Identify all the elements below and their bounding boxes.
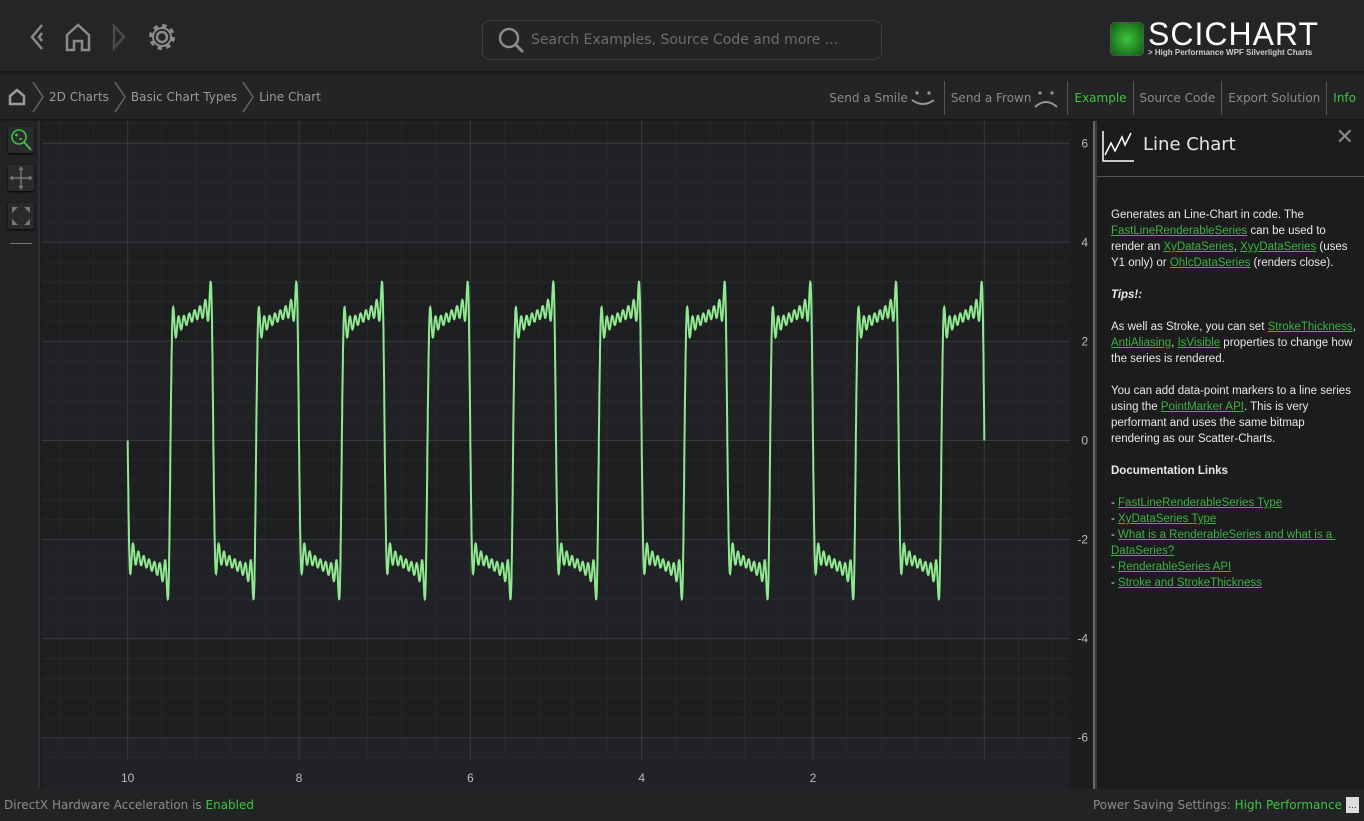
chevron-right-icon	[242, 81, 255, 113]
search-input[interactable]	[531, 32, 861, 48]
doc-link[interactable]: XyDataSeries Type	[1118, 513, 1216, 525]
search-box[interactable]	[482, 20, 882, 60]
hw-acceleration-value: Enabled	[205, 798, 255, 812]
power-saving-label: Power Saving Settings:	[1092, 798, 1235, 812]
frown-icon	[1034, 90, 1059, 108]
y-tick-label: -4	[1077, 632, 1088, 646]
info-panel: Line Chart ✕ Generates an Line-Chart in …	[1095, 121, 1364, 789]
tab-info[interactable]: Info	[1326, 80, 1364, 115]
forward-icon[interactable]	[104, 20, 138, 54]
info-text: -	[1111, 577, 1115, 589]
x-tick-label: 2	[810, 771, 817, 785]
x-tick-label: 8	[296, 771, 303, 785]
y-tick-label: -6	[1077, 731, 1088, 745]
info-text: Tips!:	[1111, 289, 1143, 301]
tab-example[interactable]: Example	[1067, 80, 1132, 115]
info-text: Documentation Links	[1111, 465, 1228, 477]
chevron-right-icon	[114, 81, 126, 113]
doc-link[interactable]: IsVisible	[1177, 337, 1220, 349]
breadcrumb-basic-chart-types[interactable]: Basic Chart Types	[131, 90, 237, 104]
status-bar: DirectX Hardware Acceleration is Enabled…	[0, 789, 1364, 821]
send-smile-label: Send a Smile	[829, 90, 908, 105]
breadcrumb-2d-charts[interactable]: 2D Charts	[49, 90, 109, 104]
close-icon[interactable]: ✕	[1336, 125, 1354, 150]
y-tick-label: 6	[1081, 136, 1088, 150]
breadcrumb-home-icon[interactable]	[7, 87, 27, 107]
x-tick-label: 6	[467, 771, 474, 785]
info-paragraph: You can add data-point markers to a line…	[1111, 383, 1356, 447]
doc-link[interactable]: RenderableSeries API	[1118, 561, 1231, 573]
info-text: As well as Stroke, you can set	[1111, 321, 1268, 333]
pan-arrows-icon	[9, 166, 33, 190]
info-text: (renders close).	[1250, 257, 1334, 269]
info-text: -	[1111, 561, 1115, 573]
top-bar: SCICHART > High Performance WPF Silverli…	[0, 0, 1364, 73]
info-body: Generates an Line-Chart in code. The Fas…	[1111, 207, 1356, 607]
doc-link[interactable]: XyyDataSeries	[1240, 241, 1316, 253]
info-text: -	[1111, 497, 1119, 509]
gear-icon[interactable]	[145, 20, 179, 54]
info-text: Generates an Line-Chart in code. The	[1111, 209, 1308, 221]
doc-link[interactable]: Stroke and StrokeThickness	[1118, 577, 1262, 589]
x-tick-label: 4	[638, 771, 645, 785]
toolbar-divider	[10, 243, 32, 244]
home-icon[interactable]	[61, 20, 95, 54]
hw-acceleration-status: DirectX Hardware Acceleration is Enabled	[4, 798, 254, 812]
expand-icon	[12, 207, 30, 225]
doc-link[interactable]: PointMarker API	[1161, 401, 1244, 413]
send-frown-label: Send a Frown	[950, 90, 1032, 105]
x-tick-label: 10	[121, 771, 135, 785]
tab-source-code[interactable]: Source Code	[1132, 80, 1222, 115]
y-tick-label: 2	[1081, 334, 1088, 348]
power-saving-status: Power Saving Settings: High Performance	[1093, 798, 1342, 812]
info-title: Line Chart	[1143, 134, 1236, 155]
line-chart[interactable]: 10 8 6 4 2 6 4 2 0 -2 -4 -6	[42, 121, 1095, 821]
info-divider	[1097, 176, 1364, 177]
doc-link[interactable]: FastLineRenderableSeries Type	[1118, 497, 1282, 509]
smile-icon	[911, 90, 935, 105]
doc-link[interactable]: What is a RenderableSeries and what is a…	[1111, 529, 1335, 557]
send-smile-button[interactable]: Send a Smile	[823, 81, 944, 115]
scichart-logo: SCICHART > High Performance WPF Silverli…	[1110, 16, 1350, 66]
y-tick-label: -2	[1077, 533, 1088, 547]
power-settings-button[interactable]: ...	[1346, 797, 1359, 813]
breadcrumb: 2D Charts Basic Chart Types Line Chart S…	[0, 75, 1364, 120]
info-paragraph: Tips!:	[1111, 287, 1356, 303]
send-frown-button[interactable]: Send a Frown	[943, 80, 1068, 115]
doc-link[interactable]: AntiAliasing	[1111, 337, 1171, 349]
logo-tagline: > High Performance WPF Silverlight Chart…	[1148, 48, 1313, 57]
info-paragraph: Documentation Links	[1111, 463, 1356, 479]
zoom-extents-button[interactable]	[8, 203, 34, 229]
info-paragraph: Generates an Line-Chart in code. The Fas…	[1111, 207, 1356, 271]
breadcrumb-line-chart[interactable]: Line Chart	[259, 90, 321, 104]
zoom-button[interactable]	[8, 127, 34, 153]
chart-surface[interactable]: 10 8 6 4 2 6 4 2 0 -2 -4 -6	[42, 121, 1095, 821]
doc-link[interactable]: XyDataSeries	[1163, 241, 1233, 253]
line-chart-icon	[1102, 131, 1134, 162]
info-paragraph: - FastLineRenderableSeries Type - XyData…	[1111, 495, 1356, 591]
chart-toolbar	[0, 121, 40, 789]
power-saving-value[interactable]: High Performance	[1235, 798, 1342, 812]
tab-export-solution[interactable]: Export Solution	[1221, 80, 1326, 115]
y-tick-label: 4	[1081, 235, 1088, 249]
info-text: -	[1111, 513, 1115, 525]
zoom-icon	[11, 129, 32, 151]
info-paragraph: As well as Stroke, you can set StrokeThi…	[1111, 319, 1356, 367]
doc-link[interactable]: FastLineRenderableSeries	[1111, 225, 1247, 237]
doc-link[interactable]: StrokeThickness	[1268, 321, 1353, 333]
info-text: -	[1111, 529, 1115, 541]
logo-chart-icon	[1110, 22, 1144, 56]
back-icon[interactable]	[22, 20, 56, 54]
chevron-right-icon	[32, 81, 44, 113]
search-icon	[498, 27, 525, 54]
y-tick-label: 0	[1081, 434, 1088, 448]
hw-acceleration-label: DirectX Hardware Acceleration is	[4, 798, 206, 812]
doc-link[interactable]: OhlcDataSeries	[1170, 257, 1251, 269]
pan-button[interactable]	[8, 165, 34, 191]
info-text: ,	[1352, 321, 1359, 333]
